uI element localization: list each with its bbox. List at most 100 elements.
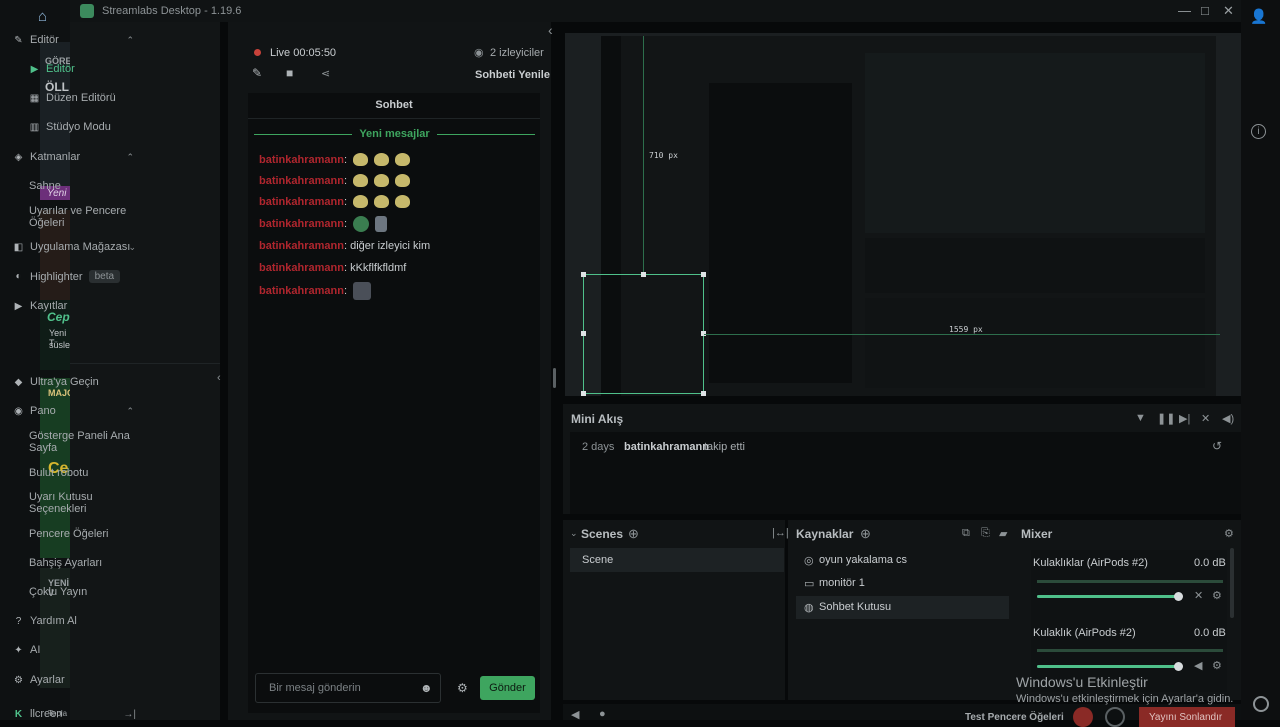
notification-icon[interactable] bbox=[1253, 696, 1269, 712]
sidebar-item-widgets[interactable]: Pencere Öğeleri bbox=[29, 528, 144, 540]
chevron-down-icon[interactable]: ⌄ bbox=[570, 528, 578, 539]
sidebar-item-settings[interactable]: ⚙ Ayarlar bbox=[0, 674, 150, 686]
replay-icon[interactable]: ↺ bbox=[1212, 439, 1222, 453]
volume-icon[interactable]: ◀ bbox=[571, 708, 579, 721]
share-icon[interactable]: ⋖ bbox=[321, 67, 330, 80]
volume-icon[interactable]: ◀) bbox=[1222, 412, 1234, 425]
minimize-button[interactable]: — bbox=[1178, 3, 1191, 18]
pause-icon[interactable]: ❚❚ bbox=[1157, 412, 1175, 425]
emoji-icon[interactable]: ☻ bbox=[420, 681, 433, 695]
edit-stream-icon[interactable]: ✎ bbox=[252, 66, 262, 80]
desktop-right-strip: 👤 i bbox=[1241, 0, 1280, 720]
volume-slider-fill bbox=[1037, 665, 1179, 668]
windows-activation-watermark: Windows'u Etkinleştir Windows'u etkinleş… bbox=[1016, 674, 1233, 705]
chat-username[interactable]: batinkahramann bbox=[259, 285, 344, 297]
maximize-button[interactable]: □ bbox=[1201, 3, 1209, 18]
mic-icon[interactable]: ● bbox=[599, 708, 606, 720]
end-stream-button[interactable]: Yayını Sonlandır bbox=[1139, 707, 1235, 727]
chat-input[interactable]: Bir mesaj gönderin ☻ bbox=[255, 673, 441, 703]
sidebar-item-studio-mode[interactable]: ▥ Stüdyo Modu bbox=[0, 121, 150, 133]
skip-icon[interactable]: ▶| bbox=[1179, 412, 1190, 425]
sidebar-user[interactable]: Kllcreen →| bbox=[0, 708, 150, 720]
test-widgets-button[interactable]: Test Pencere Öğeleri bbox=[965, 712, 1064, 723]
settings-icon: ⚙ bbox=[14, 674, 23, 686]
filter-icon[interactable]: ▼ bbox=[1135, 412, 1146, 424]
chat-username[interactable]: batinkahramann bbox=[259, 218, 344, 230]
chat-username[interactable]: batinkahramann bbox=[259, 262, 344, 274]
source-label: monitör 1 bbox=[819, 577, 865, 589]
sidebar-item-editor[interactable]: ▶ Editör bbox=[0, 63, 150, 75]
sidebar-group-store[interactable]: ◧ Uygulama Mağazası ⌄ bbox=[0, 241, 150, 253]
app-logo-icon bbox=[80, 4, 94, 18]
channel-settings-icon[interactable]: ⚙ bbox=[1212, 659, 1222, 672]
sidebar-group-dashboard[interactable]: ◉ Pano ⌃ bbox=[0, 405, 150, 417]
speaker-icon[interactable]: ◀ bbox=[1194, 659, 1202, 672]
replay-buffer-button[interactable] bbox=[1105, 707, 1125, 727]
selection-box[interactable] bbox=[583, 274, 704, 394]
mixer-settings-icon[interactable]: ⚙ bbox=[1224, 527, 1234, 540]
send-button[interactable]: Gönder bbox=[480, 676, 535, 700]
sidebar-item-alerts[interactable]: Uyarılar ve Pencere Öğeleri bbox=[29, 205, 144, 229]
volume-slider-knob[interactable] bbox=[1174, 592, 1183, 601]
mute-alerts-icon[interactable]: ✕ bbox=[1201, 412, 1210, 425]
collapse-chat-icon[interactable]: ‹ bbox=[548, 22, 553, 38]
source-item[interactable]: ◎ oyun yakalama cs bbox=[796, 549, 1009, 571]
info-icon[interactable]: i bbox=[1251, 124, 1266, 139]
transition-icon[interactable]: |↔| bbox=[772, 527, 789, 539]
sidebar-item-label: Ayarlar bbox=[30, 674, 65, 686]
scene-item[interactable]: Scene bbox=[570, 548, 784, 572]
sidebar-item-help[interactable]: ? Yardım Al bbox=[0, 615, 150, 627]
sidebar-item-ultra[interactable]: ◆ Ultra'ya Geçin bbox=[0, 376, 150, 388]
collapse-sidebar-icon[interactable]: ‹ bbox=[217, 372, 221, 384]
scenes-title: Scenes bbox=[581, 527, 624, 541]
sidebar-item-label: AI bbox=[30, 644, 41, 656]
sidebar-item-ai[interactable]: ✦ AI bbox=[0, 644, 150, 656]
mute-icon[interactable]: ✕ bbox=[1194, 589, 1203, 602]
add-source-icon[interactable]: ⊕ bbox=[860, 526, 871, 542]
camera-icon[interactable]: ■ bbox=[286, 66, 293, 80]
add-scene-icon[interactable]: ⊕ bbox=[628, 526, 639, 542]
duplicate-icon[interactable]: ⎘ bbox=[981, 527, 990, 540]
chat-username[interactable]: batinkahramann bbox=[259, 196, 344, 208]
new-messages-label: Yeni mesajlar bbox=[359, 128, 430, 140]
sidebar-item-cloudbot[interactable]: Bulut robotu bbox=[29, 467, 144, 479]
source-item[interactable]: ▭ monitör 1 bbox=[796, 572, 1009, 594]
record-button[interactable] bbox=[1073, 707, 1093, 727]
resize-handle[interactable] bbox=[581, 391, 586, 396]
sidebar-item-scene[interactable]: Sahne bbox=[29, 180, 144, 192]
sidebar-item-layout-editor[interactable]: ▦ Düzen Editörü bbox=[0, 92, 150, 104]
resize-handle[interactable] bbox=[641, 272, 646, 277]
chat-resize-handle[interactable] bbox=[553, 368, 556, 388]
stream-preview[interactable]: 710 px 1559 px bbox=[565, 33, 1241, 396]
resize-handle[interactable] bbox=[701, 272, 706, 277]
feed-user[interactable]: batinkahramann bbox=[624, 441, 709, 453]
close-button[interactable]: ✕ bbox=[1223, 3, 1234, 19]
help-icon: ? bbox=[15, 615, 22, 627]
sidebar-item-multistream[interactable]: Çoklu Yayın bbox=[29, 586, 144, 598]
resize-handle[interactable] bbox=[581, 331, 586, 336]
sidebar-group-highlighter[interactable]: ◐ Highlighter beta bbox=[0, 270, 150, 283]
user-icon[interactable]: 👤 bbox=[1250, 8, 1267, 25]
mixer-channel-db: 0.0 dB bbox=[1194, 627, 1226, 639]
add-folder-icon[interactable]: ⧉ bbox=[962, 527, 970, 540]
chat-username[interactable]: batinkahramann bbox=[259, 240, 344, 252]
chat-username[interactable]: batinkahramann bbox=[259, 154, 344, 166]
sidebar-item-dashboard-home[interactable]: Gösterge Paneli Ana Sayfa bbox=[29, 430, 144, 454]
refresh-chat-button[interactable]: Sohbeti Yenile bbox=[475, 69, 550, 81]
resize-handle[interactable] bbox=[701, 391, 706, 396]
logout-icon[interactable]: →| bbox=[123, 709, 136, 720]
sidebar-group-editor[interactable]: ✎ Editör ⌃ bbox=[0, 34, 150, 46]
volume-slider-knob[interactable] bbox=[1174, 662, 1183, 671]
resize-handle[interactable] bbox=[581, 272, 586, 277]
source-item[interactable]: ◍ Sohbet Kutusu bbox=[796, 596, 1009, 619]
home-icon[interactable]: ⌂ bbox=[38, 8, 47, 25]
chat-username[interactable]: batinkahramann bbox=[259, 175, 344, 187]
sidebar-group-recordings[interactable]: ▶ Kayıtlar bbox=[0, 300, 150, 312]
sidebar-group-layers[interactable]: ◈ Katmanlar ⌃ bbox=[0, 151, 150, 163]
chat-settings-icon[interactable]: ⚙ bbox=[457, 681, 468, 695]
folder-icon[interactable]: ▰ bbox=[999, 527, 1007, 540]
mixer-scrollbar[interactable] bbox=[1230, 548, 1234, 618]
channel-settings-icon[interactable]: ⚙ bbox=[1212, 589, 1222, 602]
sidebar-item-tip-settings[interactable]: Bahşiş Ayarları bbox=[29, 557, 144, 569]
sidebar-item-alertbox[interactable]: Uyarı Kutusu Seçenekleri bbox=[29, 491, 144, 515]
